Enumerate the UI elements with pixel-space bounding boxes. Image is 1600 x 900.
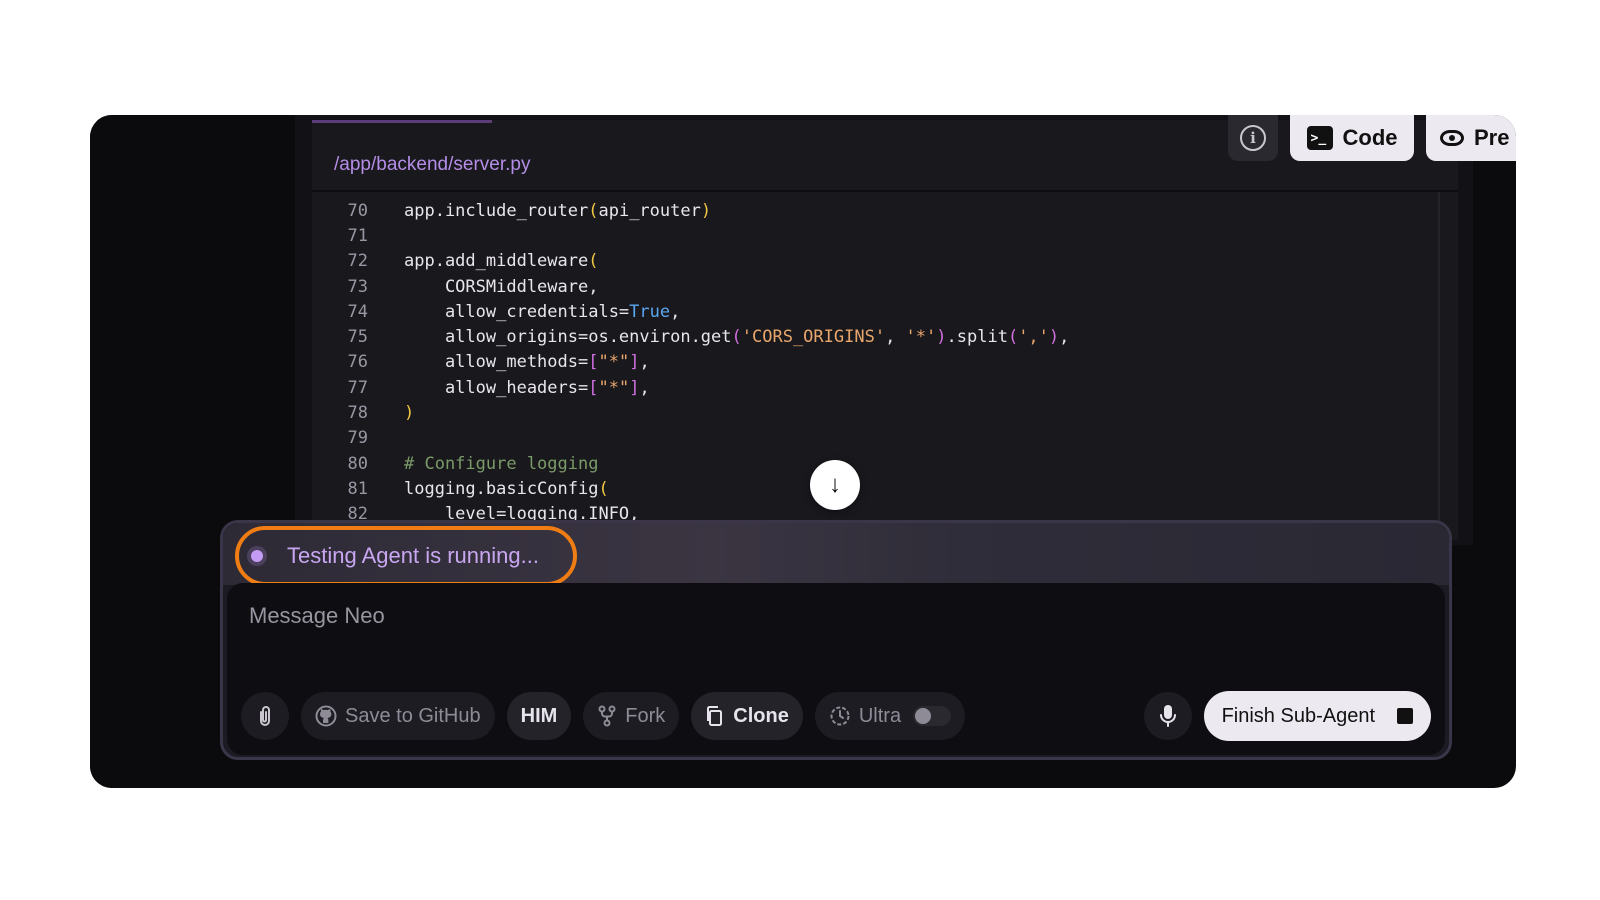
code-line: 75 allow_origins=os.environ.get('CORS_OR… bbox=[312, 324, 1432, 349]
code-line: 76 allow_methods=["*"], bbox=[312, 350, 1432, 375]
line-number: 80 bbox=[347, 453, 368, 474]
agent-status-pill: Testing Agent is running... bbox=[235, 526, 577, 586]
him-button[interactable]: HIM bbox=[506, 692, 572, 740]
clone-button[interactable]: Clone bbox=[691, 692, 803, 740]
code-line: 74 allow_credentials=True, bbox=[312, 299, 1432, 324]
attach-button[interactable] bbox=[241, 692, 289, 740]
code-text: CORSMiddleware, bbox=[404, 276, 599, 297]
code-comment: # Configure logging bbox=[404, 453, 599, 474]
line-number: 76 bbox=[347, 352, 368, 373]
code-line: 80 # Configure logging bbox=[312, 451, 1432, 476]
message-input-area[interactable]: Message Neo Save to GitHub HIM Fork Clon… bbox=[227, 583, 1445, 755]
code-line: 71 bbox=[312, 223, 1432, 248]
finish-sub-agent-label: Finish Sub-Agent bbox=[1221, 704, 1375, 727]
line-number: 70 bbox=[347, 200, 368, 221]
preview-tab-label: Pre bbox=[1474, 125, 1510, 150]
ultra-toggle-button[interactable]: Ultra bbox=[814, 692, 966, 740]
line-number: 72 bbox=[347, 251, 368, 272]
clone-label: Clone bbox=[733, 704, 789, 727]
microphone-icon bbox=[1159, 705, 1176, 727]
clock-icon bbox=[830, 706, 850, 726]
code-editor: /app/backend/server.py 70 app.include_rou… bbox=[312, 120, 1458, 540]
agent-status-bar: Testing Agent is running... bbox=[223, 523, 1449, 586]
code-text: allow_origins=os.environ.get('CORS_ORIGI… bbox=[404, 327, 1070, 348]
status-dot bbox=[251, 550, 263, 562]
code-text: app.add_middleware( bbox=[404, 251, 599, 272]
app-window: /app/backend/server.py 70 app.include_rou… bbox=[90, 115, 1516, 788]
fork-label: Fork bbox=[625, 704, 666, 727]
line-number: 75 bbox=[347, 327, 368, 348]
paperclip-icon bbox=[260, 706, 270, 726]
code-text: allow_headers=["*"], bbox=[404, 377, 650, 398]
line-number: 78 bbox=[347, 403, 368, 424]
github-icon bbox=[315, 705, 337, 727]
save-to-github-button[interactable]: Save to GitHub bbox=[301, 692, 495, 740]
eye-icon bbox=[1440, 130, 1464, 146]
stop-icon bbox=[1397, 708, 1413, 724]
code-line: 73 CORSMiddleware, bbox=[312, 274, 1432, 299]
editor-scrollbar[interactable] bbox=[1438, 192, 1440, 532]
fork-button[interactable]: Fork bbox=[583, 692, 680, 740]
code-text: allow_credentials=True, bbox=[404, 301, 681, 322]
clone-icon bbox=[707, 706, 723, 726]
code-line: 70 app.include_router(api_router) bbox=[312, 198, 1432, 223]
composer-toolbar: Save to GitHub HIM Fork Clone Ultra Fini… bbox=[241, 691, 1431, 741]
fork-icon bbox=[598, 705, 616, 727]
line-number: 79 bbox=[347, 428, 368, 449]
file-path: /app/backend/server.py bbox=[334, 154, 531, 175]
code-tab-button[interactable]: >_ Code bbox=[1290, 115, 1414, 161]
chat-composer: Testing Agent is running... Message Neo … bbox=[220, 520, 1452, 760]
line-number: 81 bbox=[347, 478, 368, 499]
ultra-toggle[interactable] bbox=[913, 706, 952, 726]
view-switcher: i >_ Code Pre bbox=[1228, 115, 1516, 165]
scroll-to-bottom-button[interactable]: ↓ bbox=[810, 460, 860, 510]
him-label: HIM bbox=[520, 704, 558, 727]
code-line: 79 bbox=[312, 426, 1432, 451]
preview-tab-button[interactable]: Pre bbox=[1426, 115, 1516, 161]
code-line: 81 logging.basicConfig( bbox=[312, 476, 1432, 501]
microphone-button[interactable] bbox=[1143, 692, 1192, 740]
finish-sub-agent-button[interactable]: Finish Sub-Agent bbox=[1203, 691, 1431, 741]
line-number: 74 bbox=[347, 301, 368, 322]
line-number: 71 bbox=[347, 225, 368, 246]
code-lines: 70 app.include_router(api_router) 71 72 ap… bbox=[312, 198, 1432, 527]
info-button[interactable]: i bbox=[1228, 115, 1278, 161]
info-icon: i bbox=[1240, 125, 1266, 151]
active-tab-indicator bbox=[312, 120, 492, 123]
code-text: logging.basicConfig( bbox=[404, 478, 609, 499]
code-text: app.include_router(api_router) bbox=[404, 200, 712, 221]
ultra-label: Ultra bbox=[858, 704, 902, 727]
editor-divider bbox=[312, 190, 1458, 192]
line-number: 73 bbox=[347, 276, 368, 297]
message-input[interactable]: Message Neo bbox=[249, 603, 385, 629]
code-line: 77 allow_headers=["*"], bbox=[312, 375, 1432, 400]
line-number: 77 bbox=[347, 377, 368, 398]
agent-status-text: Testing Agent is running... bbox=[287, 543, 539, 568]
code-line: 72 app.add_middleware( bbox=[312, 249, 1432, 274]
code-line: 78) bbox=[312, 400, 1432, 425]
code-text: ) bbox=[404, 403, 415, 424]
code-text: allow_methods=["*"], bbox=[404, 352, 650, 373]
terminal-icon: >_ bbox=[1306, 126, 1333, 150]
save-to-github-label: Save to GitHub bbox=[345, 704, 481, 727]
arrow-down-icon: ↓ bbox=[829, 471, 841, 498]
code-tab-label: Code bbox=[1342, 125, 1398, 150]
